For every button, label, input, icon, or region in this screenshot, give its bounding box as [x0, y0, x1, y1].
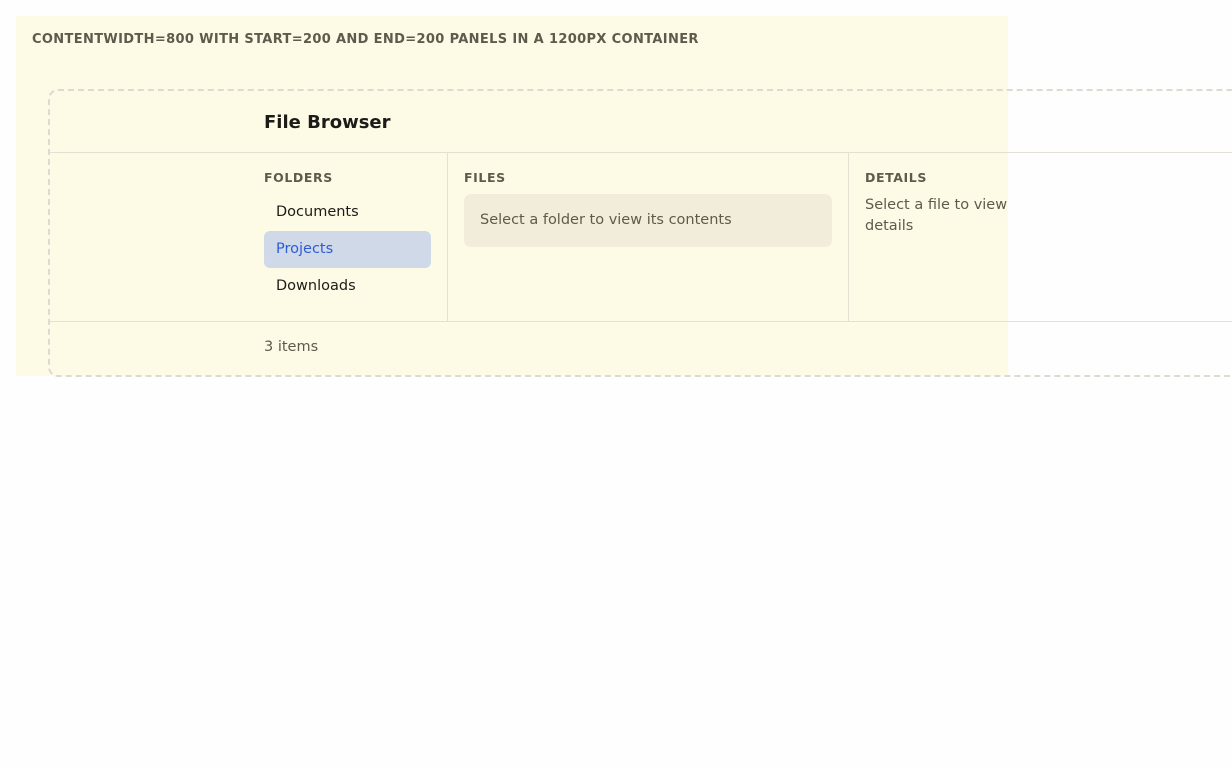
demo-frame: contentWidth=800 with start=200 and end=… [16, 16, 1232, 377]
item-count-status: 3 items [264, 339, 319, 355]
demo-caption: contentWidth=800 with start=200 and end=… [32, 32, 699, 47]
files-details-divider [848, 153, 849, 321]
footer-divider [50, 321, 1232, 322]
files-empty-state: Select a folder to view its contents [464, 194, 832, 247]
header-divider [50, 152, 1232, 153]
folders-section-label: Folders [264, 170, 333, 185]
details-section-label: Details [865, 170, 927, 185]
folder-item-projects[interactable]: Projects [264, 231, 431, 268]
page-title: File Browser [264, 112, 391, 133]
folder-item-downloads[interactable]: Downloads [264, 268, 431, 305]
folders-files-divider [447, 153, 448, 321]
file-browser-container: File Browser Folders Documents Projects … [48, 89, 1232, 377]
folder-item-documents[interactable]: Documents [264, 194, 431, 231]
details-empty-state: Select a file to view details [865, 197, 1008, 234]
files-section-label: Files [464, 170, 506, 185]
